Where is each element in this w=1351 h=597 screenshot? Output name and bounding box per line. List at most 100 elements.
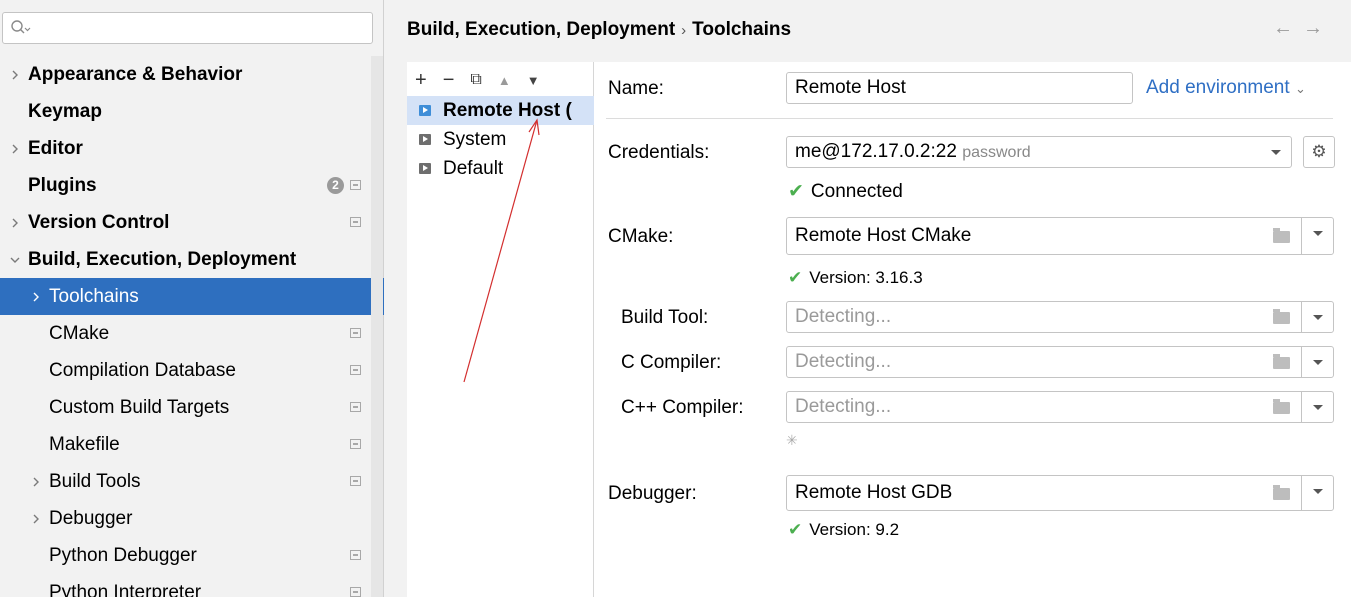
credentials-label: Credentials:	[608, 142, 710, 163]
breadcrumb-parent[interactable]: Build, Execution, Deployment	[407, 19, 675, 40]
toolchain-icon	[419, 134, 431, 145]
credentials-value: me@172.17.0.2:22	[795, 141, 957, 162]
settings-main-panel: Build, Execution, Deployment › Toolchains …	[384, 0, 1351, 597]
copy-toolchain-button[interactable]: ⧉	[470, 71, 481, 89]
build-tool-label: Build Tool:	[621, 307, 709, 328]
project-level-icon	[350, 180, 361, 190]
history-nav: ←→	[1273, 17, 1333, 40]
cpp-compiler-value: Detecting...	[795, 396, 892, 417]
breadcrumb: Build, Execution, Deployment › Toolchains	[407, 19, 791, 41]
sidebar-item-label: Debugger	[49, 508, 133, 529]
chevron-down-icon[interactable]	[8, 253, 22, 267]
toolchain-icon	[419, 105, 431, 116]
chevron-right-icon[interactable]	[8, 142, 22, 156]
toolchains-list-panel: + − ⧉ ▲ ▼ Remote Host ( System Default	[407, 62, 594, 597]
toolchain-icon	[419, 163, 431, 174]
sidebar-item-label: Compilation Database	[49, 360, 236, 381]
sidebar-item-label: Keymap	[28, 101, 102, 122]
sidebar-item-label: Build, Execution, Deployment	[28, 249, 297, 270]
debugger-label: Debugger:	[608, 483, 697, 504]
sidebar-item-label: Appearance & Behavior	[28, 64, 243, 85]
sidebar-item-version-control[interactable]: Version Control	[0, 204, 384, 241]
sidebar-item-compilation-database[interactable]: Compilation Database	[0, 352, 384, 389]
project-level-icon	[350, 587, 361, 597]
chevron-right-icon[interactable]	[29, 512, 43, 526]
cmake-version-text: Version: 3.16.3	[809, 268, 923, 287]
build-tool-select[interactable]: Detecting...	[786, 301, 1334, 333]
debugger-version-status: ✔ Version: 9.2	[788, 520, 899, 540]
chevron-right-icon[interactable]	[29, 290, 43, 304]
toolchain-item[interactable]: Default	[407, 154, 594, 183]
cmake-value: Remote Host CMake	[795, 225, 972, 246]
toolchain-item-label: System	[443, 129, 507, 150]
connected-text: Connected	[810, 181, 903, 202]
back-arrow-icon[interactable]: ←	[1273, 17, 1303, 39]
add-environment-label: Add environment	[1146, 77, 1290, 98]
sidebar-item-appearance-behavior[interactable]: Appearance & Behavior	[0, 56, 384, 93]
remove-toolchain-button[interactable]: −	[443, 69, 455, 92]
sidebar-item-editor[interactable]: Editor	[0, 130, 384, 167]
sidebar-item-plugins[interactable]: Plugins 2	[0, 167, 384, 204]
debugger-version-text: Version: 9.2	[809, 520, 900, 539]
sidebar-item-label: Build Tools	[49, 471, 141, 492]
credentials-settings-button[interactable]: ⚙	[1303, 136, 1335, 168]
chevron-right-icon[interactable]	[8, 216, 22, 230]
toolchain-item[interactable]: System	[407, 125, 594, 154]
name-input[interactable]: Remote Host	[786, 72, 1133, 104]
sidebar-item-cmake[interactable]: CMake	[0, 315, 384, 352]
sidebar-item-custom-build-targets[interactable]: Custom Build Targets	[0, 389, 384, 426]
connection-status: ✔ Connected	[788, 180, 903, 203]
chevron-down-icon[interactable]	[1301, 347, 1333, 377]
cmake-version-status: ✔ Version: 3.16.3	[788, 268, 923, 288]
forward-arrow-icon[interactable]: →	[1303, 17, 1333, 39]
folder-icon[interactable]	[1273, 354, 1290, 369]
folder-icon[interactable]	[1273, 309, 1290, 324]
debugger-select[interactable]: Remote Host GDB	[786, 475, 1334, 511]
sidebar-item-python-interpreter[interactable]: Python Interpreter	[0, 574, 384, 597]
toolchain-item[interactable]: Remote Host (	[407, 96, 594, 125]
chevron-down-icon[interactable]	[1301, 392, 1333, 422]
sidebar-item-toolchains[interactable]: Toolchains	[0, 278, 384, 315]
folder-icon[interactable]	[1273, 485, 1290, 500]
project-level-icon	[350, 402, 361, 412]
chevron-down-icon[interactable]	[1301, 302, 1333, 332]
chevron-right-icon[interactable]	[8, 68, 22, 82]
move-down-button[interactable]: ▼	[527, 73, 540, 88]
move-up-button[interactable]: ▲	[498, 73, 511, 88]
sidebar-item-label: Custom Build Targets	[49, 397, 230, 418]
project-level-icon	[350, 365, 361, 375]
folder-icon[interactable]	[1273, 399, 1290, 414]
sidebar-item-build-tools[interactable]: Build Tools	[0, 463, 384, 500]
cmake-select[interactable]: Remote Host CMake	[786, 217, 1334, 255]
sidebar-item-label: Version Control	[28, 212, 170, 233]
add-toolchain-button[interactable]: +	[415, 69, 427, 92]
c-compiler-select[interactable]: Detecting...	[786, 346, 1334, 378]
chevron-down-icon[interactable]	[1301, 218, 1333, 254]
form-divider	[606, 118, 1333, 119]
chevron-down-icon[interactable]	[1301, 476, 1333, 510]
sidebar-item-makefile[interactable]: Makefile	[0, 426, 384, 463]
add-environment-link[interactable]: Add environment ⌄	[1146, 77, 1306, 99]
settings-tree: Appearance & Behavior Keymap Editor Plugins…	[0, 56, 384, 597]
sidebar-item-debugger[interactable]: Debugger	[0, 500, 384, 537]
c-compiler-label: C Compiler:	[621, 352, 722, 373]
settings-search-input[interactable]	[2, 12, 373, 44]
credentials-select[interactable]: me@172.17.0.2:22 password	[786, 136, 1292, 168]
sidebar-item-python-debugger[interactable]: Python Debugger	[0, 537, 384, 574]
cpp-compiler-select[interactable]: Detecting...	[786, 391, 1334, 423]
chevron-right-icon[interactable]	[29, 475, 43, 489]
breadcrumb-current: Toolchains	[692, 19, 792, 40]
sidebar-scrollbar[interactable]	[371, 56, 383, 597]
name-label: Name:	[608, 78, 664, 99]
sidebar-item-label: Python Debugger	[49, 545, 197, 566]
toolchains-list: Remote Host ( System Default	[407, 96, 594, 183]
sidebar-item-keymap[interactable]: Keymap	[0, 93, 384, 130]
chevron-down-icon: ⌄	[1294, 81, 1306, 96]
debugger-value: Remote Host GDB	[795, 482, 953, 503]
folder-icon[interactable]	[1273, 228, 1290, 243]
sidebar-item-label: Editor	[28, 138, 83, 159]
sidebar-item-build-execution-deployment[interactable]: Build, Execution, Deployment	[0, 241, 384, 278]
sidebar-item-label: Plugins	[28, 175, 97, 196]
settings-sidebar: Appearance & Behavior Keymap Editor Plugins…	[0, 0, 384, 597]
sidebar-item-label: Makefile	[49, 434, 120, 455]
